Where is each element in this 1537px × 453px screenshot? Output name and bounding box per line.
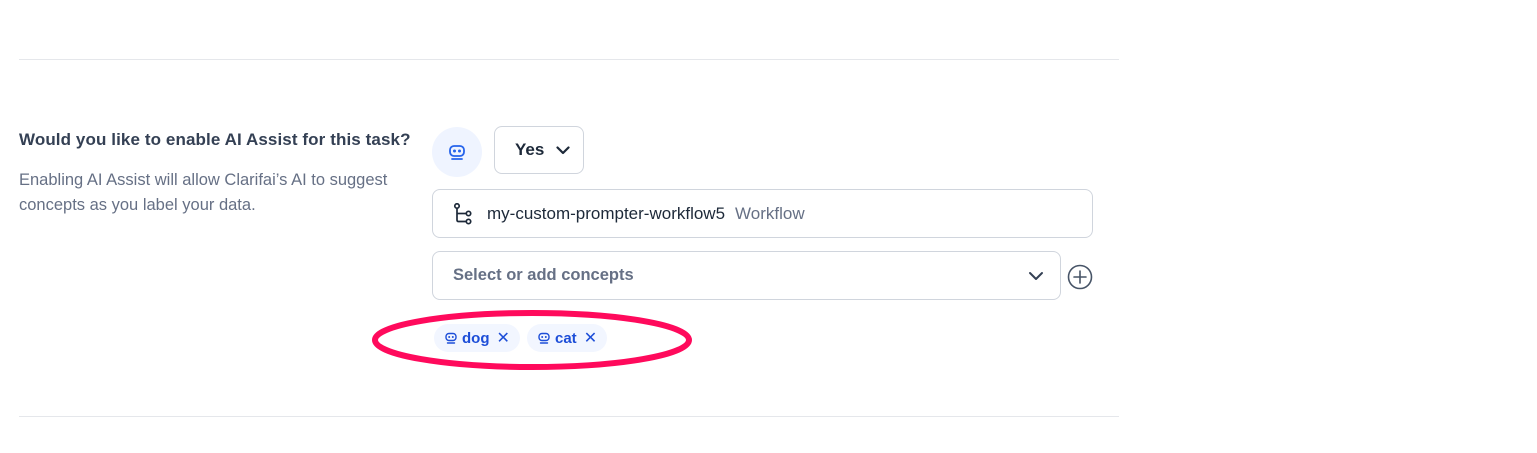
concept-tag: cat ✕ <box>527 324 608 352</box>
ai-assist-badge <box>432 127 482 177</box>
workflow-type-label: Workflow <box>735 203 805 223</box>
remove-tag-icon[interactable]: ✕ <box>497 328 510 348</box>
concept-tag-label: dog <box>462 329 490 347</box>
robot-icon <box>445 332 457 344</box>
chevron-down-icon <box>556 145 570 154</box>
remove-tag-icon[interactable]: ✕ <box>584 328 597 348</box>
robot-icon <box>449 145 465 160</box>
ai-assist-description: Enabling AI Assist will allow Clarifai’s… <box>19 171 388 214</box>
section-divider-bottom <box>19 416 1119 417</box>
ai-assist-settings-section: Would you like to enable AI Assist for t… <box>0 0 1537 453</box>
workflow-selector[interactable]: my-custom-prompter-workflow5 Workflow <box>432 189 1093 238</box>
concept-tag: dog ✕ <box>434 324 520 352</box>
add-concept-button[interactable] <box>1067 264 1093 290</box>
robot-icon <box>538 332 550 344</box>
section-divider-top <box>19 59 1119 60</box>
ai-assist-question: Would you like to enable AI Assist for t… <box>19 130 411 149</box>
ai-assist-enable-dropdown[interactable]: Yes <box>494 126 584 174</box>
concept-tag-label: cat <box>555 329 577 347</box>
ai-assist-enable-value: Yes <box>515 140 545 159</box>
chevron-down-icon <box>1029 271 1043 280</box>
concepts-select[interactable]: Select or add concepts <box>432 251 1061 300</box>
concepts-placeholder: Select or add concepts <box>453 266 634 284</box>
workflow-name: my-custom-prompter-workflow5 <box>487 203 726 223</box>
workflow-icon <box>453 202 472 225</box>
